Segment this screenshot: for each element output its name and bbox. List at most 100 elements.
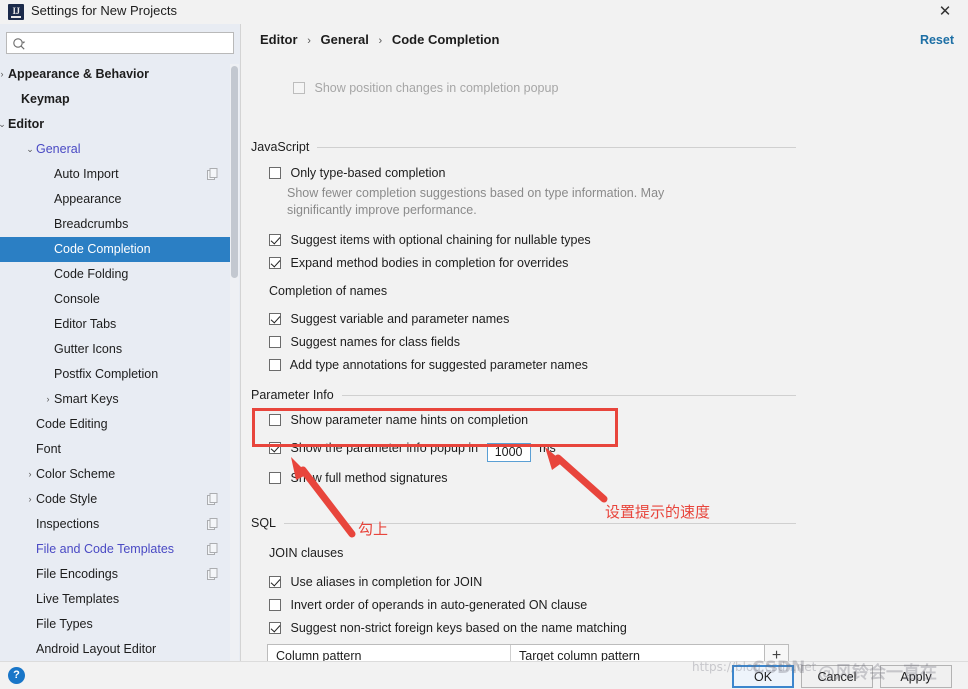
chevron-right-icon[interactable]: › bbox=[42, 387, 54, 412]
sidebar-item-label: Code Style bbox=[36, 492, 98, 506]
ok-button[interactable]: OK bbox=[732, 665, 794, 688]
breadcrumb-editor[interactable]: Editor bbox=[260, 32, 298, 47]
option-label: Expand method bodies in completion for o… bbox=[290, 256, 569, 270]
option-show-parameter-info-popup[interactable]: Show the parameter info popup in ms bbox=[269, 441, 556, 462]
chevron-right-icon: › bbox=[307, 35, 311, 47]
subheading-completion-of-names: Completion of names bbox=[269, 284, 388, 298]
option-suggest-class-fields[interactable]: Suggest names for class fields bbox=[269, 335, 460, 353]
delay-unit-label: ms bbox=[539, 441, 556, 455]
checkbox-invert-order[interactable] bbox=[269, 599, 281, 611]
sidebar-item-code-style[interactable]: › Code Style bbox=[0, 487, 232, 512]
sidebar-item-breadcrumbs[interactable]: Breadcrumbs bbox=[0, 212, 232, 237]
title-bar: IJ Settings for New Projects ✕ bbox=[0, 0, 968, 24]
sidebar-item-gutter-icons[interactable]: Gutter Icons bbox=[0, 337, 232, 362]
chevron-right-icon[interactable]: › bbox=[24, 487, 36, 512]
sidebar-item-label: Appearance & Behavior bbox=[8, 67, 150, 81]
chevron-down-icon[interactable]: ⌄ bbox=[0, 112, 8, 137]
breadcrumb: Editor › General › Code Completion bbox=[260, 32, 499, 47]
breadcrumb-general[interactable]: General bbox=[320, 32, 368, 47]
option-show-parameter-name-hints[interactable]: Show parameter name hints on completion bbox=[269, 413, 528, 431]
checkbox-suggest-variable-parameter[interactable] bbox=[269, 313, 281, 325]
sidebar-item-console[interactable]: Console bbox=[0, 287, 232, 312]
sidebar-item-file-and-code-templates[interactable]: File and Code Templates bbox=[0, 537, 232, 562]
sidebar-item-smart-keys[interactable]: › Smart Keys bbox=[0, 387, 232, 412]
option-add-type-annotations[interactable]: Add type annotations for suggested param… bbox=[269, 358, 588, 376]
sidebar-item-label: File Encodings bbox=[36, 567, 118, 581]
checkbox-only-type-based[interactable] bbox=[269, 167, 281, 179]
sidebar-scrollbar-thumb[interactable] bbox=[231, 66, 238, 278]
sidebar-item-label: Live Templates bbox=[36, 592, 120, 606]
copy-settings-icon[interactable] bbox=[207, 168, 218, 180]
checkbox-show-full-method-signatures[interactable] bbox=[269, 472, 281, 484]
chevron-right-icon[interactable]: › bbox=[0, 62, 8, 87]
sidebar-item-live-templates[interactable]: Live Templates bbox=[0, 587, 232, 612]
sidebar-item-label: Editor bbox=[8, 117, 45, 131]
option-optional-chaining[interactable]: Suggest items with optional chaining for… bbox=[269, 233, 591, 251]
option-expand-method-bodies[interactable]: Expand method bodies in completion for o… bbox=[269, 256, 568, 274]
checkbox-expand-method-bodies[interactable] bbox=[269, 257, 281, 269]
section-rule bbox=[284, 522, 796, 524]
option-invert-order[interactable]: Invert order of operands in auto-generat… bbox=[269, 598, 587, 616]
option-only-type-based[interactable]: Only type-based completion bbox=[269, 166, 445, 184]
option-label: Show full method signatures bbox=[290, 471, 448, 485]
sidebar-item-color-scheme[interactable]: › Color Scheme bbox=[0, 462, 232, 487]
sidebar-item-postfix-completion[interactable]: Postfix Completion bbox=[0, 362, 232, 387]
sidebar-item-editor[interactable]: ⌄ Editor bbox=[0, 112, 232, 137]
checkbox-use-aliases[interactable] bbox=[269, 576, 281, 588]
option-label: Show position changes in completion popu… bbox=[314, 81, 559, 95]
search-box[interactable] bbox=[6, 32, 234, 54]
sidebar-item-label: File Types bbox=[36, 617, 93, 631]
checkbox-show-parameter-info-popup[interactable] bbox=[269, 442, 281, 454]
settings-dialog: IJ Settings for New Projects ✕ › Appearan… bbox=[0, 0, 968, 689]
help-icon[interactable]: ? bbox=[8, 667, 25, 684]
copy-settings-icon[interactable] bbox=[207, 543, 218, 555]
sidebar-item-label: Postfix Completion bbox=[54, 367, 159, 381]
dialog-footer: ? OK Cancel Apply bbox=[0, 661, 968, 689]
copy-settings-icon[interactable] bbox=[207, 568, 218, 580]
section-javascript: JavaScript bbox=[251, 139, 796, 155]
option-label: Suggest items with optional chaining for… bbox=[290, 233, 591, 247]
reset-link[interactable]: Reset bbox=[920, 33, 954, 47]
sidebar-item-keymap[interactable]: Keymap bbox=[0, 87, 232, 112]
checkbox-suggest-foreign-keys[interactable] bbox=[269, 622, 281, 634]
sidebar-item-code-folding[interactable]: Code Folding bbox=[0, 262, 232, 287]
sidebar-item-auto-import[interactable]: Auto Import bbox=[0, 162, 232, 187]
sidebar-item-appearance[interactable]: Appearance bbox=[0, 187, 232, 212]
search-input[interactable] bbox=[31, 34, 229, 52]
sidebar-item-inspections[interactable]: Inspections bbox=[0, 512, 232, 537]
option-suggest-foreign-keys[interactable]: Suggest non-strict foreign keys based on… bbox=[269, 621, 627, 639]
option-use-aliases[interactable]: Use aliases in completion for JOIN bbox=[269, 575, 482, 593]
sidebar-scrollbar[interactable] bbox=[230, 64, 239, 672]
cancel-button[interactable]: Cancel bbox=[801, 665, 873, 688]
chevron-right-icon[interactable]: › bbox=[24, 462, 36, 487]
checkbox-show-position-changes bbox=[293, 82, 305, 94]
checkbox-optional-chaining[interactable] bbox=[269, 234, 281, 246]
checkbox-suggest-class-fields[interactable] bbox=[269, 336, 281, 348]
sidebar-item-file-types[interactable]: File Types bbox=[0, 612, 232, 637]
sidebar-item-label: Code Completion bbox=[54, 242, 151, 256]
parameter-info-delay-input[interactable] bbox=[486, 442, 531, 462]
breadcrumb-code-completion: Code Completion bbox=[391, 32, 500, 47]
sidebar-item-general[interactable]: ⌄ General bbox=[0, 137, 232, 162]
chevron-down-icon[interactable]: ⌄ bbox=[24, 137, 36, 162]
copy-settings-icon[interactable] bbox=[207, 518, 218, 530]
section-title: SQL bbox=[251, 516, 277, 530]
option-show-position-changes: Show position changes in completion popu… bbox=[293, 81, 558, 99]
sidebar-item-editor-tabs[interactable]: Editor Tabs bbox=[0, 312, 232, 337]
option-suggest-variable-parameter[interactable]: Suggest variable and parameter names bbox=[269, 312, 509, 330]
option-show-full-method-signatures[interactable]: Show full method signatures bbox=[269, 471, 448, 489]
sidebar-item-font[interactable]: Font bbox=[0, 437, 232, 462]
sidebar-item-label: Font bbox=[36, 442, 62, 456]
sidebar-item-code-editing[interactable]: Code Editing bbox=[0, 412, 232, 437]
checkbox-show-parameter-name-hints[interactable] bbox=[269, 414, 281, 426]
close-icon[interactable]: ✕ bbox=[934, 3, 956, 21]
sidebar-item-code-completion[interactable]: Code Completion bbox=[0, 237, 232, 262]
sidebar-item-label: Android Layout Editor bbox=[36, 642, 157, 656]
sidebar-item-android-layout-editor[interactable]: Android Layout Editor bbox=[0, 637, 232, 662]
checkbox-add-type-annotations[interactable] bbox=[269, 359, 281, 371]
sidebar-item-appearance-behavior[interactable]: › Appearance & Behavior bbox=[0, 62, 232, 87]
apply-button[interactable]: Apply bbox=[880, 665, 952, 688]
copy-settings-icon[interactable] bbox=[207, 493, 218, 505]
sidebar-item-label: Smart Keys bbox=[54, 392, 119, 406]
sidebar-item-file-encodings[interactable]: File Encodings bbox=[0, 562, 232, 587]
